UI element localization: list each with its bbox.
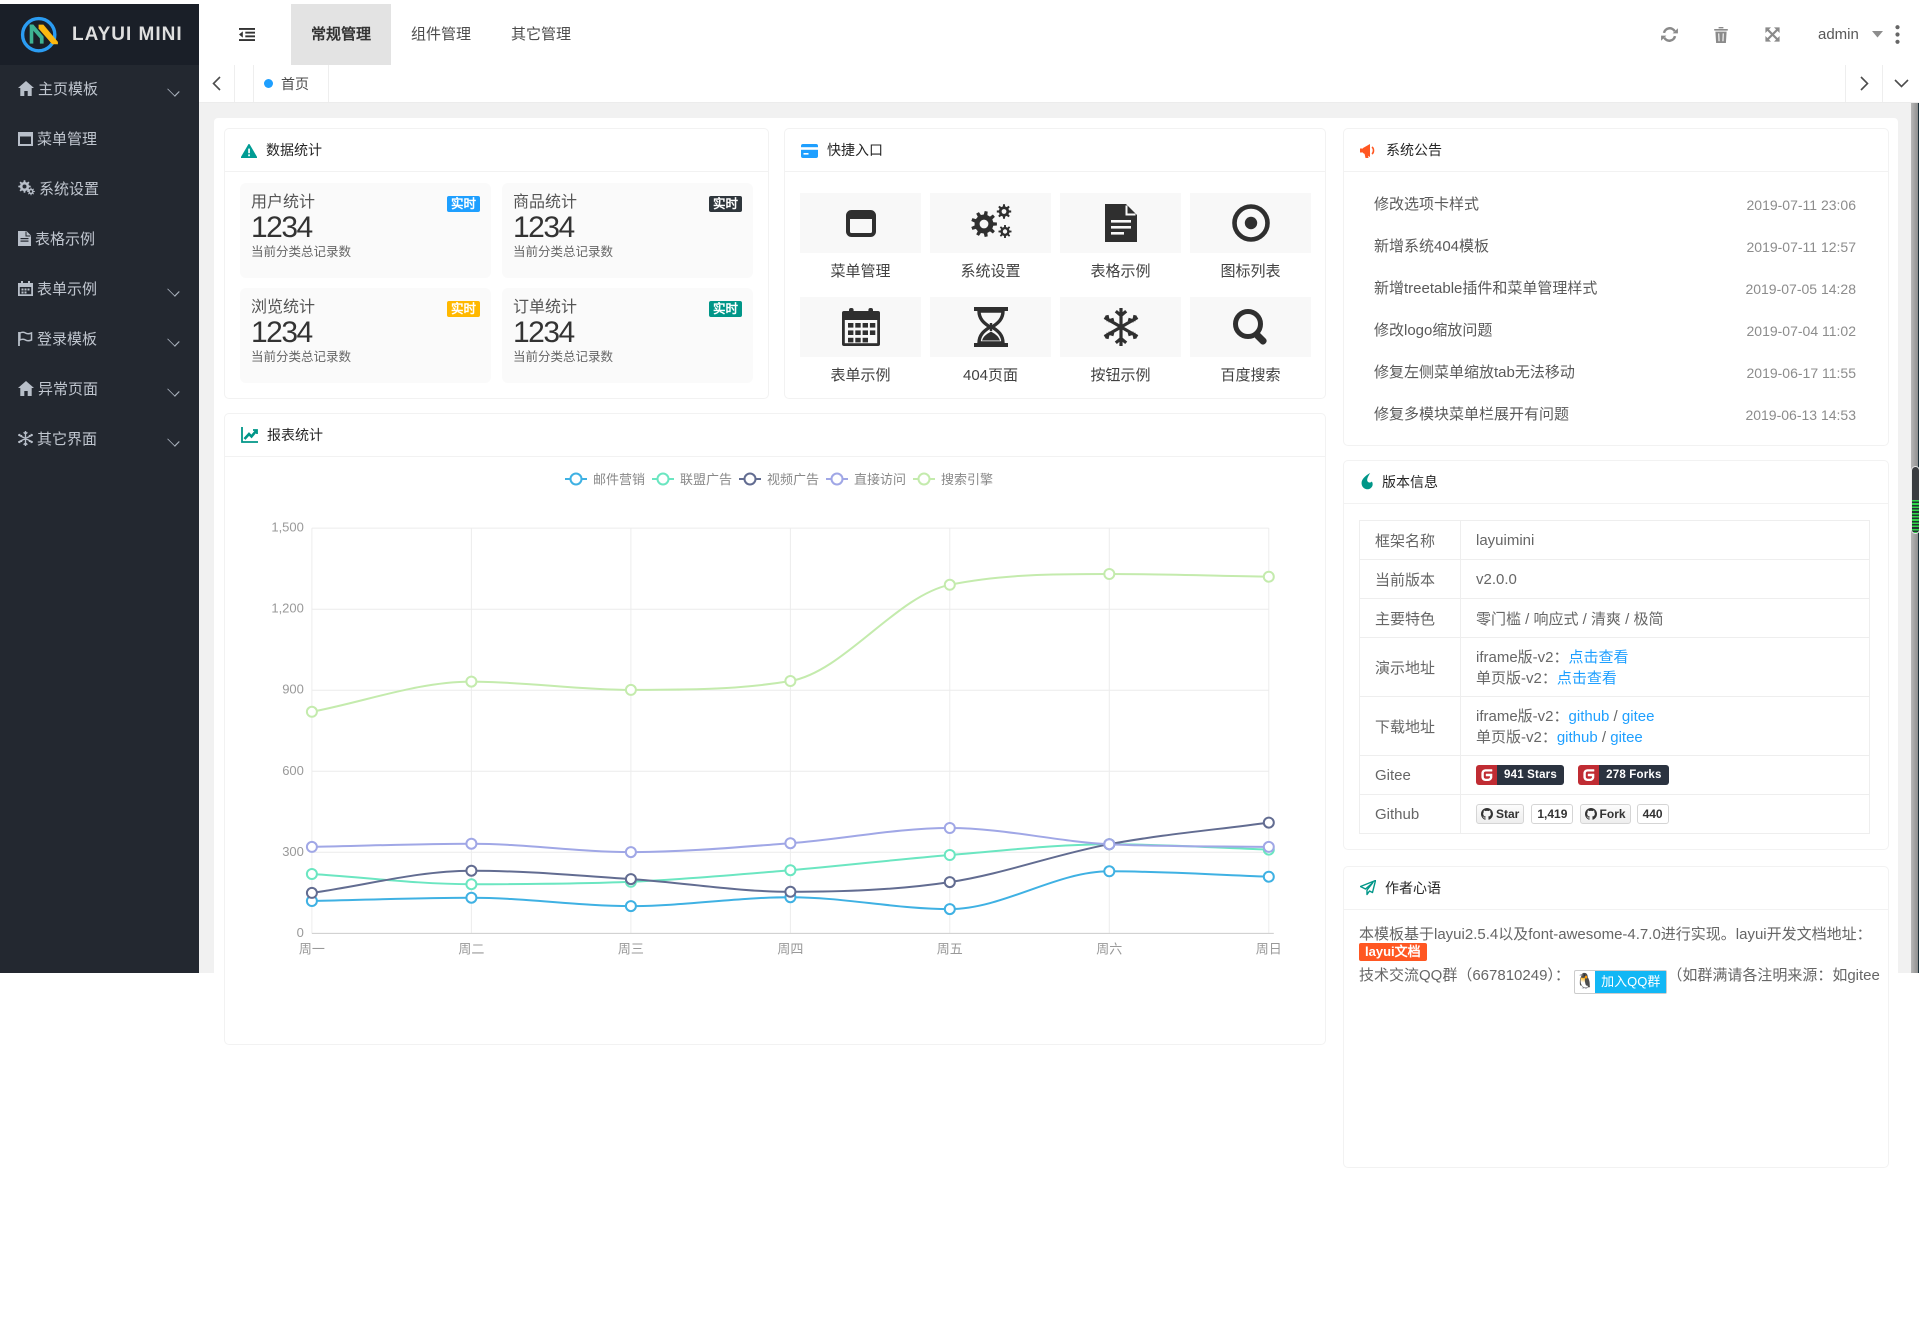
svg-text:0: 0 bbox=[297, 925, 304, 940]
svg-text:搜索引擎: 搜索引擎 bbox=[941, 472, 993, 487]
svg-text:视频广告: 视频广告 bbox=[767, 472, 819, 487]
svg-text:周日: 周日 bbox=[1256, 942, 1282, 957]
svg-text:900: 900 bbox=[282, 682, 304, 697]
svg-text:周四: 周四 bbox=[777, 942, 803, 957]
svg-text:周二: 周二 bbox=[458, 942, 484, 957]
svg-text:1,500: 1,500 bbox=[271, 520, 304, 535]
svg-text:邮件营销: 邮件营销 bbox=[593, 472, 645, 487]
svg-text:周三: 周三 bbox=[618, 942, 644, 957]
svg-text:周五: 周五 bbox=[937, 942, 963, 957]
svg-text:300: 300 bbox=[282, 844, 304, 859]
svg-text:周一: 周一 bbox=[299, 942, 325, 957]
svg-text:周六: 周六 bbox=[1096, 942, 1122, 957]
svg-text:600: 600 bbox=[282, 763, 304, 778]
svg-text:直接访问: 直接访问 bbox=[854, 472, 906, 487]
svg-text:联盟广告: 联盟广告 bbox=[680, 472, 732, 487]
svg-text:1,200: 1,200 bbox=[271, 601, 304, 616]
